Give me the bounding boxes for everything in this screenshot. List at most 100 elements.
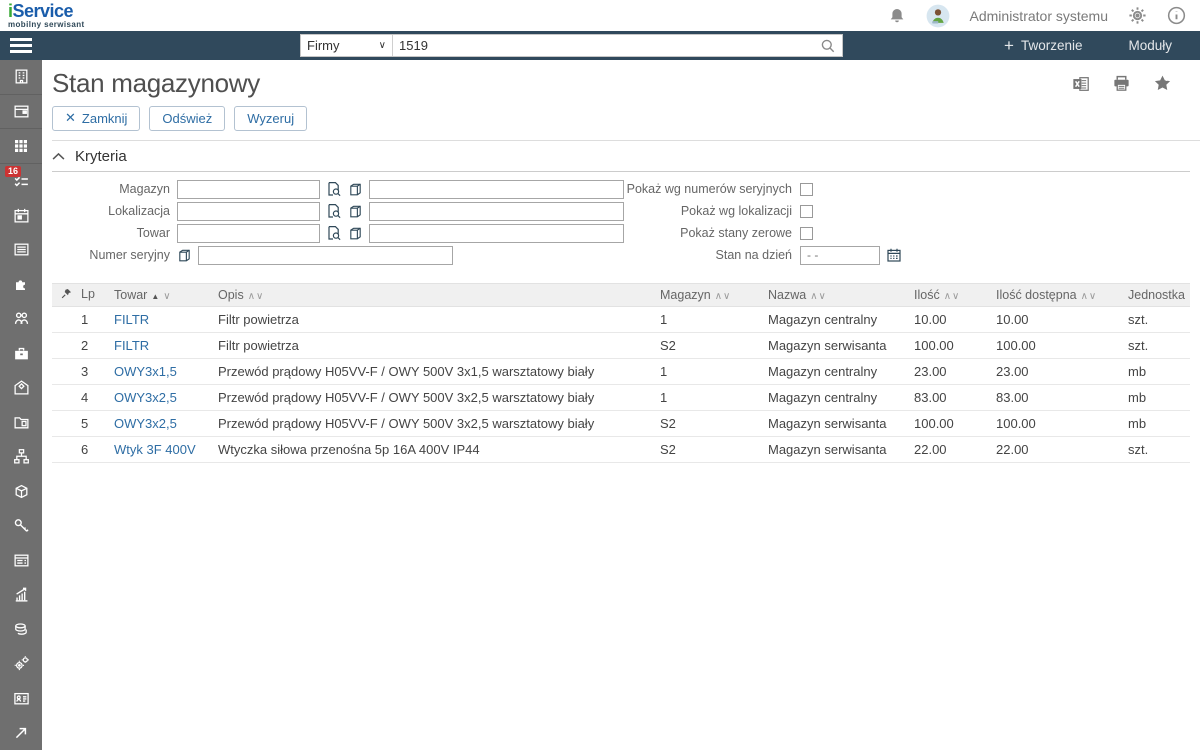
sidebar-item-documents[interactable]: [0, 405, 42, 440]
modules-menu[interactable]: Moduły: [1128, 38, 1172, 53]
sidebar-item-briefcase[interactable]: [0, 336, 42, 371]
cell-nazwa: Magazyn centralny: [764, 385, 910, 411]
sort-icons[interactable]: ∧∨: [810, 291, 827, 302]
puzzle-icon: [13, 276, 29, 292]
sidebar-item-forms[interactable]: [0, 543, 42, 578]
favorite-star-icon[interactable]: [1153, 74, 1172, 93]
search-category-value: Firmy: [307, 38, 340, 53]
column-header-ilosc[interactable]: Ilość∧∨: [910, 284, 992, 307]
cell-lp: 2: [52, 333, 110, 359]
column-header-towar[interactable]: Towar▲∨: [110, 284, 214, 307]
search-icon[interactable]: [814, 35, 842, 56]
user-avatar[interactable]: [926, 4, 950, 28]
column-header-jednostka[interactable]: Jednostka: [1124, 284, 1190, 307]
sidebar-item-offers[interactable]: [0, 371, 42, 406]
sidebar-item-reports[interactable]: [0, 578, 42, 613]
list-icon: [13, 241, 30, 258]
sidebar-item-browser[interactable]: [0, 95, 42, 130]
sidebar-item-products[interactable]: [0, 474, 42, 509]
criteria-section-header[interactable]: Kryteria: [52, 148, 1190, 172]
column-header-nazwa[interactable]: Nazwa∧∨: [764, 284, 910, 307]
reset-button[interactable]: Wyzeruj: [234, 106, 307, 131]
cell-towar-link[interactable]: Wtyk 3F 400V: [110, 437, 214, 463]
column-header-lp[interactable]: Lp: [52, 284, 110, 307]
close-button[interactable]: ✕ Zamknij: [52, 106, 140, 131]
sort-icons[interactable]: ∧∨: [1081, 291, 1098, 302]
left-sidebar: 16: [0, 60, 42, 750]
search-input[interactable]: [393, 35, 814, 56]
sidebar-item-finance[interactable]: [0, 612, 42, 647]
column-header-magazyn[interactable]: Magazyn∧∨: [656, 284, 764, 307]
sidebar-item-partners[interactable]: [0, 302, 42, 337]
sort-desc-icon[interactable]: ∨: [163, 291, 171, 302]
sort-asc-icon[interactable]: ▲: [151, 292, 159, 301]
logo-tagline: mobilny serwisant: [8, 21, 85, 29]
print-icon[interactable]: [1112, 74, 1131, 93]
pokaz-stany-zerowe-checkbox[interactable]: [800, 227, 813, 240]
sort-icons[interactable]: ∧∨: [715, 291, 732, 302]
pokaz-wg-lokalizacji-label: Pokaż wg lokalizacji: [572, 204, 800, 218]
browser-window-icon: [13, 103, 30, 120]
cell-towar-link[interactable]: OWY3x1,5: [110, 359, 214, 385]
sidebar-item-plugins[interactable]: [0, 267, 42, 302]
date-picker-calendar-icon[interactable]: [886, 247, 902, 263]
info-icon[interactable]: [1167, 6, 1186, 25]
settings-gear-icon[interactable]: [1128, 6, 1147, 25]
magazyn-lookup-icon[interactable]: [326, 181, 342, 197]
create-menu[interactable]: + Tworzenie: [1004, 37, 1082, 54]
cell-jednostka: szt.: [1124, 333, 1190, 359]
sort-icons[interactable]: ∧∨: [248, 291, 265, 302]
sidebar-item-access[interactable]: [0, 509, 42, 544]
global-search: Firmy ∨: [300, 34, 843, 57]
pin-icon[interactable]: [60, 289, 73, 303]
lokalizacja-lookup-icon[interactable]: [326, 203, 342, 219]
column-header-ilosc-dostepna[interactable]: Ilość dostępna∧∨: [992, 284, 1124, 307]
cell-towar-link[interactable]: OWY3x2,5: [110, 385, 214, 411]
search-category-select[interactable]: Firmy ∨: [301, 35, 393, 56]
sidebar-item-structure[interactable]: [0, 440, 42, 475]
cell-dostepna: 23.00: [992, 359, 1124, 385]
cell-towar-link[interactable]: OWY3x2,5: [110, 411, 214, 437]
towar-lookup-icon[interactable]: [326, 225, 342, 241]
magazyn-code-input[interactable]: [177, 180, 320, 199]
column-header-opis[interactable]: Opis∧∨: [214, 284, 656, 307]
stock-table: Lp Towar▲∨ Opis∧∨ Magazyn∧∨ Nazwa∧∨ Iloś…: [52, 283, 1190, 463]
sidebar-item-settings[interactable]: [0, 647, 42, 682]
logged-user-name[interactable]: Administrator systemu: [970, 8, 1108, 24]
sidebar-item-contacts[interactable]: [0, 681, 42, 716]
notifications-bell-icon[interactable]: [888, 7, 906, 25]
towar-dictionary-icon[interactable]: [348, 226, 363, 241]
cell-opis: Filtr powietrza: [214, 333, 656, 359]
chart-growth-icon: [13, 586, 30, 603]
cell-dostepna: 22.00: [992, 437, 1124, 463]
lokalizacja-code-input[interactable]: [177, 202, 320, 221]
export-excel-icon[interactable]: [1072, 75, 1090, 93]
sort-icons[interactable]: ∧∨: [944, 291, 961, 302]
refresh-button[interactable]: Odśwież: [149, 106, 225, 131]
sidebar-item-tasks[interactable]: 16: [0, 164, 42, 199]
sidebar-item-calendar[interactable]: [0, 198, 42, 233]
towar-code-input[interactable]: [177, 224, 320, 243]
pokaz-wg-numerow-checkbox[interactable]: [800, 183, 813, 196]
numer-seryjny-input[interactable]: [198, 246, 453, 265]
table-row: 2 FILTR Filtr powietrza S2 Magazyn serwi…: [52, 333, 1190, 359]
cell-magazyn: S2: [656, 437, 764, 463]
app-logo[interactable]: iService mobilny serwisant: [8, 2, 85, 29]
numer-seryjny-dictionary-icon[interactable]: [177, 248, 192, 263]
cell-towar-link[interactable]: FILTR: [110, 333, 214, 359]
modules-label: Moduły: [1128, 38, 1172, 53]
sidebar-item-external[interactable]: [0, 716, 42, 750]
sidebar-item-apps[interactable]: [0, 129, 42, 164]
sidebar-item-company[interactable]: [0, 60, 42, 95]
magazyn-dictionary-icon[interactable]: [348, 182, 363, 197]
pokaz-wg-lokalizacji-checkbox[interactable]: [800, 205, 813, 218]
lokalizacja-dictionary-icon[interactable]: [348, 204, 363, 219]
external-link-icon: [13, 725, 29, 741]
cell-magazyn: 1: [656, 307, 764, 333]
hamburger-menu-icon[interactable]: [0, 38, 42, 53]
cell-towar-link[interactable]: FILTR: [110, 307, 214, 333]
sidebar-item-list[interactable]: [0, 233, 42, 268]
collapse-chevron-icon: [52, 152, 65, 161]
criteria-body: Magazyn Lokalizacja Towar: [52, 178, 1190, 274]
stan-na-dzien-input[interactable]: [800, 246, 880, 265]
